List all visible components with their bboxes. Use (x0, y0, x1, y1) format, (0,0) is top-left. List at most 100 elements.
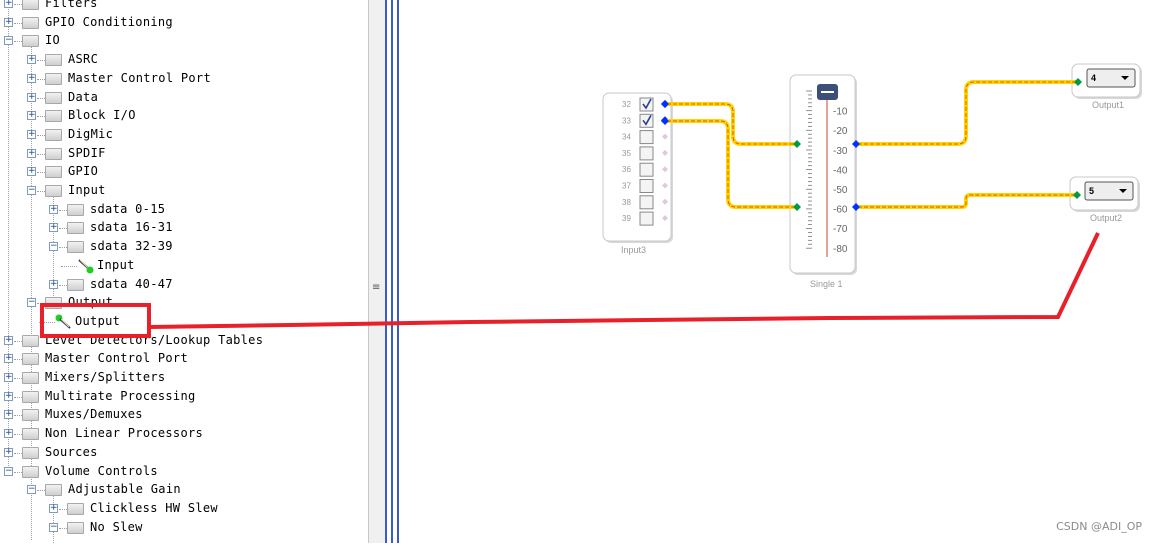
tree-item[interactable]: + Block I/O (0, 107, 368, 125)
wire[interactable] (667, 119, 794, 209)
tree-item[interactable]: + ASRC (0, 51, 368, 69)
tree-item[interactable]: + DigMic (0, 126, 368, 144)
tree-item[interactable]: + sdata 16-31 (0, 219, 368, 237)
panel-splitter[interactable] (368, 0, 385, 543)
tree-item[interactable]: Output (0, 313, 368, 331)
input-block-icon (77, 258, 95, 277)
channel-checkbox[interactable] (639, 195, 654, 210)
expand-icon[interactable]: + (4, 447, 13, 457)
tree-item[interactable]: + Master Control Port (0, 350, 368, 368)
tree-item[interactable]: + Clickless HW Slew (0, 500, 368, 518)
collapse-icon[interactable]: − (49, 242, 58, 252)
tree-item[interactable]: − Adjustable Gain (0, 481, 368, 499)
expand-icon[interactable]: + (27, 92, 36, 102)
collapse-icon[interactable]: − (27, 186, 36, 195)
wire[interactable] (858, 80, 1076, 146)
tree-item[interactable]: + Muxes/Demuxes (0, 406, 368, 424)
tree-item[interactable]: + Level Detectors/Lookup Tables (0, 332, 368, 350)
tree-item[interactable]: + Master Control Port (0, 70, 368, 88)
tree-connector (14, 415, 22, 417)
tree-item[interactable]: + Filters (0, 0, 368, 13)
expand-icon[interactable]: + (49, 503, 58, 513)
tree-connector (14, 452, 22, 454)
channel-checkbox[interactable] (639, 179, 654, 193)
folder-icon (67, 241, 84, 254)
tree-item-label: GPIO Conditioning (45, 14, 173, 29)
collapse-icon[interactable]: − (27, 298, 36, 308)
scale-label: -30 (833, 146, 848, 157)
wire-core (667, 120, 794, 208)
expand-icon[interactable]: + (27, 129, 36, 139)
folder-icon (45, 128, 62, 141)
tree-connector (37, 116, 45, 118)
collapse-icon[interactable]: − (4, 36, 13, 46)
expand-icon[interactable]: + (27, 111, 36, 121)
expand-icon[interactable]: + (4, 429, 13, 439)
tree-item-label: Master Control Port (45, 351, 188, 366)
tree-item[interactable]: + sdata 40-47 (0, 276, 368, 294)
tree-item-label: Master Control Port (68, 70, 211, 85)
tree-item[interactable]: + GPIO Conditioning (0, 14, 368, 32)
input-block[interactable] (602, 92, 672, 242)
expand-icon[interactable]: + (27, 167, 36, 177)
tree-item[interactable]: + GPIO (0, 163, 368, 181)
schematic-canvas[interactable]: 3233343536373839Input30-10-20-30-40-50-6… (399, 0, 1156, 543)
expand-icon[interactable]: + (4, 410, 13, 420)
channel-checkbox[interactable] (639, 162, 654, 177)
tree-item[interactable]: − Input (0, 182, 368, 200)
expand-icon[interactable]: + (49, 204, 58, 214)
tree-item[interactable]: + Mixers/Splitters (0, 369, 368, 387)
expand-icon[interactable]: + (4, 0, 13, 8)
tree-item-label: Input (68, 183, 106, 197)
splitter-grip-icon[interactable]: ≡ (372, 283, 380, 296)
folder-icon (45, 185, 62, 197)
tree-item-label: Multirate Processing (45, 388, 196, 403)
toolbox-tree: + Filters + GPIO Conditioning − IO + ASRC + Maste… (0, 0, 368, 543)
tree-item[interactable]: + SPDIF (0, 145, 368, 163)
tree-item[interactable]: − Output (0, 294, 368, 312)
folder-icon (67, 203, 84, 216)
tree-item[interactable]: + Non Linear Processors (0, 425, 368, 443)
folder-icon (67, 521, 84, 534)
tree-item-label: No Slew (90, 519, 143, 534)
tree-item[interactable]: − No Slew (0, 519, 368, 537)
expand-icon[interactable]: + (4, 354, 13, 364)
tree-connector (39, 321, 55, 323)
output-block-icon (55, 314, 73, 333)
tree-item[interactable]: + Data (0, 89, 368, 107)
channel-checkbox[interactable] (639, 146, 654, 161)
tree-connector (37, 490, 45, 492)
tree-item[interactable]: − sdata 32-39 (0, 238, 368, 256)
collapse-icon[interactable]: − (27, 485, 36, 495)
tree-connector (14, 4, 22, 5)
expand-icon[interactable]: + (4, 335, 13, 345)
expand-icon[interactable]: + (27, 148, 36, 158)
tree-item-label: Volume Controls (45, 463, 158, 478)
expand-icon[interactable]: + (4, 391, 13, 401)
channel-checkbox[interactable] (639, 211, 654, 226)
channel-checkbox[interactable] (639, 130, 654, 145)
tree-item[interactable]: + Sources (0, 444, 368, 462)
expand-icon[interactable]: + (49, 279, 58, 289)
collapse-icon[interactable]: − (49, 522, 58, 532)
collapse-icon[interactable]: − (4, 466, 13, 476)
folder-icon (22, 334, 39, 347)
tree-item-label: Non Linear Processors (45, 426, 204, 441)
tree-item-label: Filters (45, 0, 98, 10)
expand-icon[interactable]: + (49, 223, 58, 233)
expand-icon[interactable]: + (27, 55, 36, 65)
tree-connector (37, 191, 45, 192)
expand-icon[interactable]: + (4, 373, 13, 382)
tree-connector (37, 60, 45, 62)
expand-icon[interactable]: + (27, 73, 36, 83)
tree-item[interactable]: + sdata 0-15 (0, 201, 368, 219)
tree-item-label: GPIO (68, 164, 99, 179)
volume-block-name: Single 1 (810, 279, 843, 289)
expand-icon[interactable]: + (4, 17, 13, 27)
tree-item[interactable]: + Multirate Processing (0, 388, 368, 406)
folder-icon (45, 54, 62, 67)
tree-item[interactable]: − IO (0, 32, 368, 50)
tree-item[interactable]: Input (0, 257, 368, 275)
wire[interactable] (667, 102, 794, 146)
tree-item[interactable]: − Volume Controls (0, 463, 368, 481)
